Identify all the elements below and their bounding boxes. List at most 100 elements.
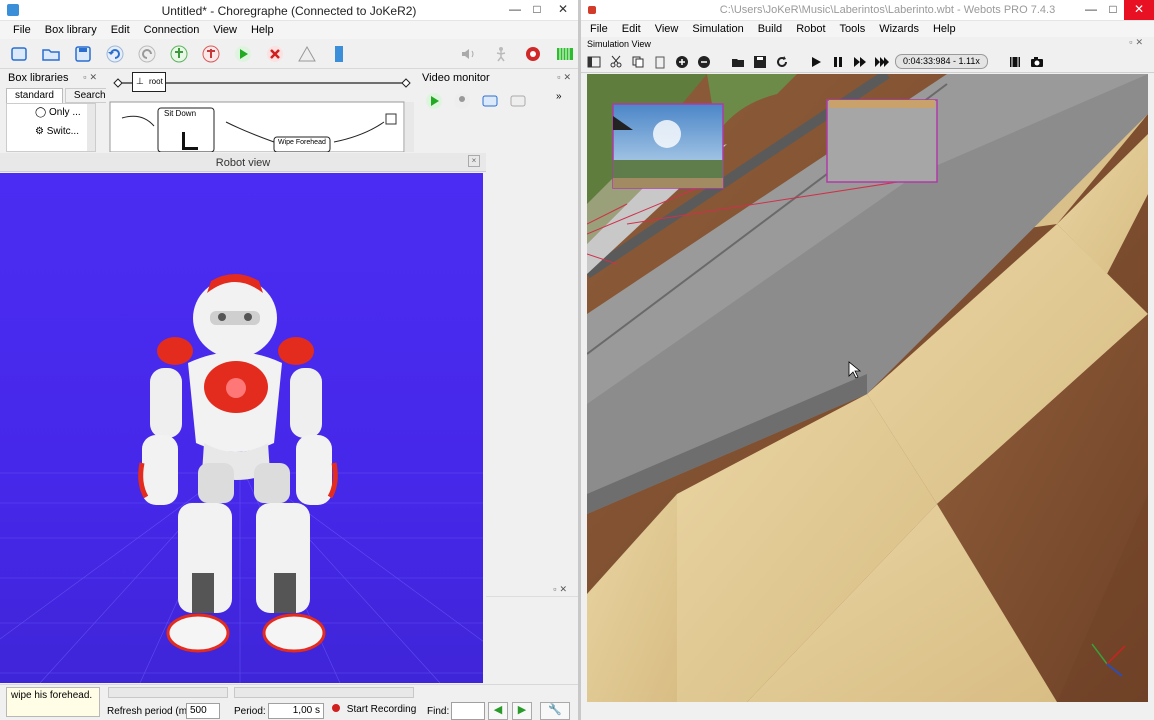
save-project-button[interactable] xyxy=(70,42,96,66)
plus-circle-icon xyxy=(676,55,688,68)
status-bar: wipe his forehead. Refresh period (ms): … xyxy=(0,684,578,720)
record-button[interactable]: Start Recording xyxy=(332,704,416,715)
minimize-button[interactable]: — xyxy=(1080,0,1102,20)
refresh-period-label: Refresh period (ms): xyxy=(107,706,199,717)
list-item[interactable]: ◯ Only ... xyxy=(35,107,81,118)
box-libraries-title: Box libraries xyxy=(8,71,69,84)
run-button[interactable] xyxy=(807,53,825,71)
play-button[interactable] xyxy=(230,42,256,66)
menu-view[interactable]: View xyxy=(648,23,686,35)
menu-file[interactable]: File xyxy=(583,23,615,35)
stiffness-button[interactable] xyxy=(520,42,546,66)
menu-connection[interactable]: Connection xyxy=(137,24,207,36)
learn-face-icon[interactable] xyxy=(452,91,472,111)
simulation-clock: 0:04:33:984 - 1.11x xyxy=(895,54,988,69)
menu-box-library[interactable]: Box library xyxy=(38,24,104,36)
reload-world-button[interactable] xyxy=(773,53,791,71)
open-project-button[interactable] xyxy=(38,42,64,66)
tab-standard[interactable]: standard xyxy=(6,88,63,103)
sit-down-icon xyxy=(182,132,198,150)
close-button[interactable]: ✕ xyxy=(548,0,578,20)
list-item[interactable]: ⚙ Switc... xyxy=(35,126,79,137)
remove-node-button[interactable] xyxy=(695,53,713,71)
cut-button[interactable] xyxy=(607,53,625,71)
video-play-icon[interactable] xyxy=(424,91,444,111)
box-title: Wipe Forehead xyxy=(278,139,326,146)
pause-button[interactable] xyxy=(829,53,847,71)
box-description-text: wipe his forehead. xyxy=(11,690,93,701)
battery-indicator xyxy=(326,42,352,66)
close-icon[interactable]: × xyxy=(468,155,480,167)
box-wipe-forehead[interactable]: Wipe Forehead xyxy=(278,139,326,146)
horizontal-scrollbar[interactable] xyxy=(234,687,414,698)
screenshot-button[interactable] xyxy=(1028,53,1046,71)
menu-robot[interactable]: Robot xyxy=(789,23,832,35)
find-next-button[interactable]: ▶ xyxy=(512,702,532,720)
box-sit-down[interactable]: Sit Down xyxy=(164,109,196,118)
scrollbar[interactable] xyxy=(87,104,95,151)
library-list: ◯ Only ... ⚙ Switc... xyxy=(6,103,96,152)
maximize-button[interactable]: □ xyxy=(526,0,548,20)
close-button[interactable]: ✕ xyxy=(1124,0,1154,20)
find-previous-button[interactable]: ◀ xyxy=(488,702,508,720)
period-input[interactable]: 1,00 s xyxy=(268,703,324,719)
copy-button[interactable] xyxy=(629,53,647,71)
menu-file[interactable]: File xyxy=(6,24,38,36)
menu-help[interactable]: Help xyxy=(926,23,963,35)
redo-button[interactable] xyxy=(134,42,160,66)
menu-simulation[interactable]: Simulation xyxy=(685,23,750,35)
open-world-button[interactable] xyxy=(729,53,747,71)
panel-controls[interactable]: ▫✕ xyxy=(1129,37,1146,48)
toggle-scene-tree-button[interactable] xyxy=(585,53,603,71)
menu-build[interactable]: Build xyxy=(751,23,789,35)
panel-controls[interactable]: ▫✕ xyxy=(553,584,570,595)
fast-forward-double-icon xyxy=(875,56,889,67)
horizontal-scrollbar[interactable] xyxy=(108,687,228,698)
find-input[interactable] xyxy=(451,702,485,720)
list-item-label: Only ... xyxy=(48,107,81,118)
snapshot-icon[interactable] xyxy=(508,91,528,111)
panel-controls[interactable]: ▫✕ xyxy=(83,72,100,83)
disconnect-button[interactable] xyxy=(198,42,224,66)
robot-3d-viewport[interactable] xyxy=(0,173,483,683)
menu-view[interactable]: View xyxy=(206,24,244,36)
panel-controls[interactable]: ▫✕ xyxy=(557,72,574,83)
undo-button[interactable] xyxy=(102,42,128,66)
camera-overlay-right xyxy=(826,99,938,183)
menu-wizards[interactable]: Wizards xyxy=(872,23,926,35)
root-icon: ⊥ xyxy=(136,76,144,86)
simulation-3d-viewport[interactable] xyxy=(587,74,1148,702)
window-title: C:\Users\JoKeR\Music\Laberintos\Laberint… xyxy=(719,4,1056,16)
volume-button[interactable] xyxy=(456,42,482,66)
warning-button[interactable] xyxy=(294,42,320,66)
connect-button[interactable] xyxy=(166,42,192,66)
record-movie-button[interactable] xyxy=(1006,53,1024,71)
settings-button[interactable]: 🔧 xyxy=(540,702,570,720)
maximize-button[interactable]: □ xyxy=(1102,0,1124,20)
step-forward-button[interactable] xyxy=(851,53,869,71)
stop-button[interactable] xyxy=(262,42,288,66)
menu-edit[interactable]: Edit xyxy=(104,24,137,36)
add-node-button[interactable] xyxy=(673,53,691,71)
menu-help[interactable]: Help xyxy=(244,24,281,36)
timeline-header: ▫✕ xyxy=(486,583,578,597)
vertical-scrollbar[interactable] xyxy=(404,102,414,152)
menu-tools[interactable]: Tools xyxy=(833,23,873,35)
robot-scene xyxy=(0,274,483,683)
paste-button[interactable] xyxy=(651,53,669,71)
window-controls: — □ ✕ xyxy=(1080,0,1154,20)
fast-mode-button[interactable] xyxy=(873,53,891,71)
menu-edit[interactable]: Edit xyxy=(615,23,648,35)
minus-circle-icon xyxy=(698,55,710,68)
animation-mode-button[interactable] xyxy=(488,42,514,66)
root-box[interactable]: ⊥ root xyxy=(132,72,166,92)
record-video-icon[interactable] xyxy=(480,91,500,111)
sidebar-icon xyxy=(587,56,601,67)
new-project-button[interactable] xyxy=(6,42,32,66)
overflow-icon[interactable]: » xyxy=(556,91,562,111)
folder-icon xyxy=(42,48,60,61)
minimize-button[interactable]: — xyxy=(504,0,526,20)
refresh-period-input[interactable]: 500 xyxy=(186,703,220,719)
warning-icon xyxy=(298,45,316,61)
save-world-button[interactable] xyxy=(751,53,769,71)
